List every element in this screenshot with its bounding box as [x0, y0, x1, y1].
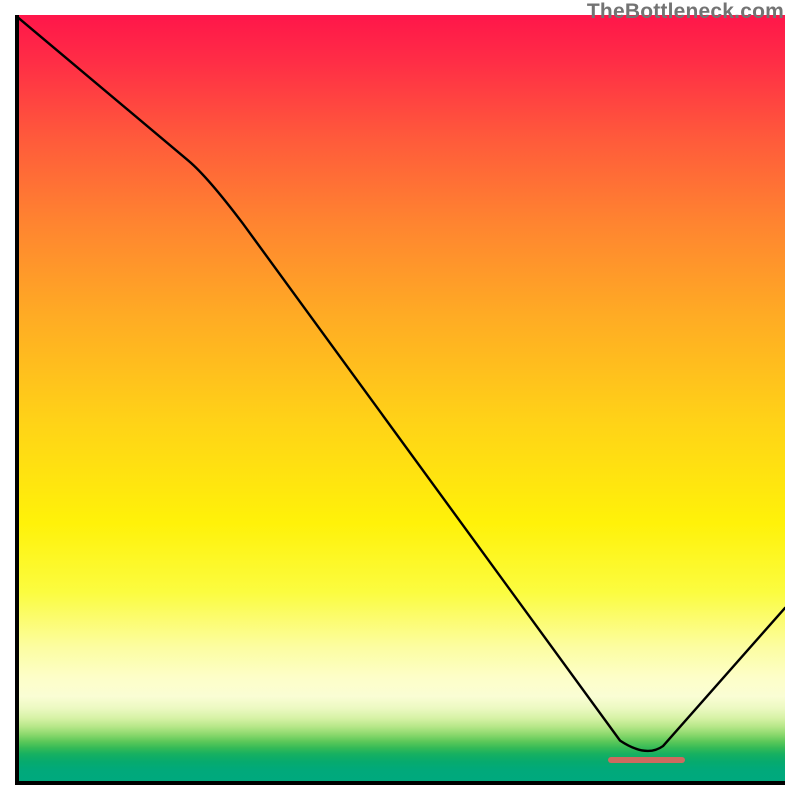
- watermark-text: TheBottleneck.com: [587, 0, 784, 24]
- data-curve: [15, 15, 785, 785]
- chart-container: TheBottleneck.com: [0, 0, 800, 800]
- optimum-marker: [608, 757, 685, 763]
- plot-area: [15, 15, 785, 785]
